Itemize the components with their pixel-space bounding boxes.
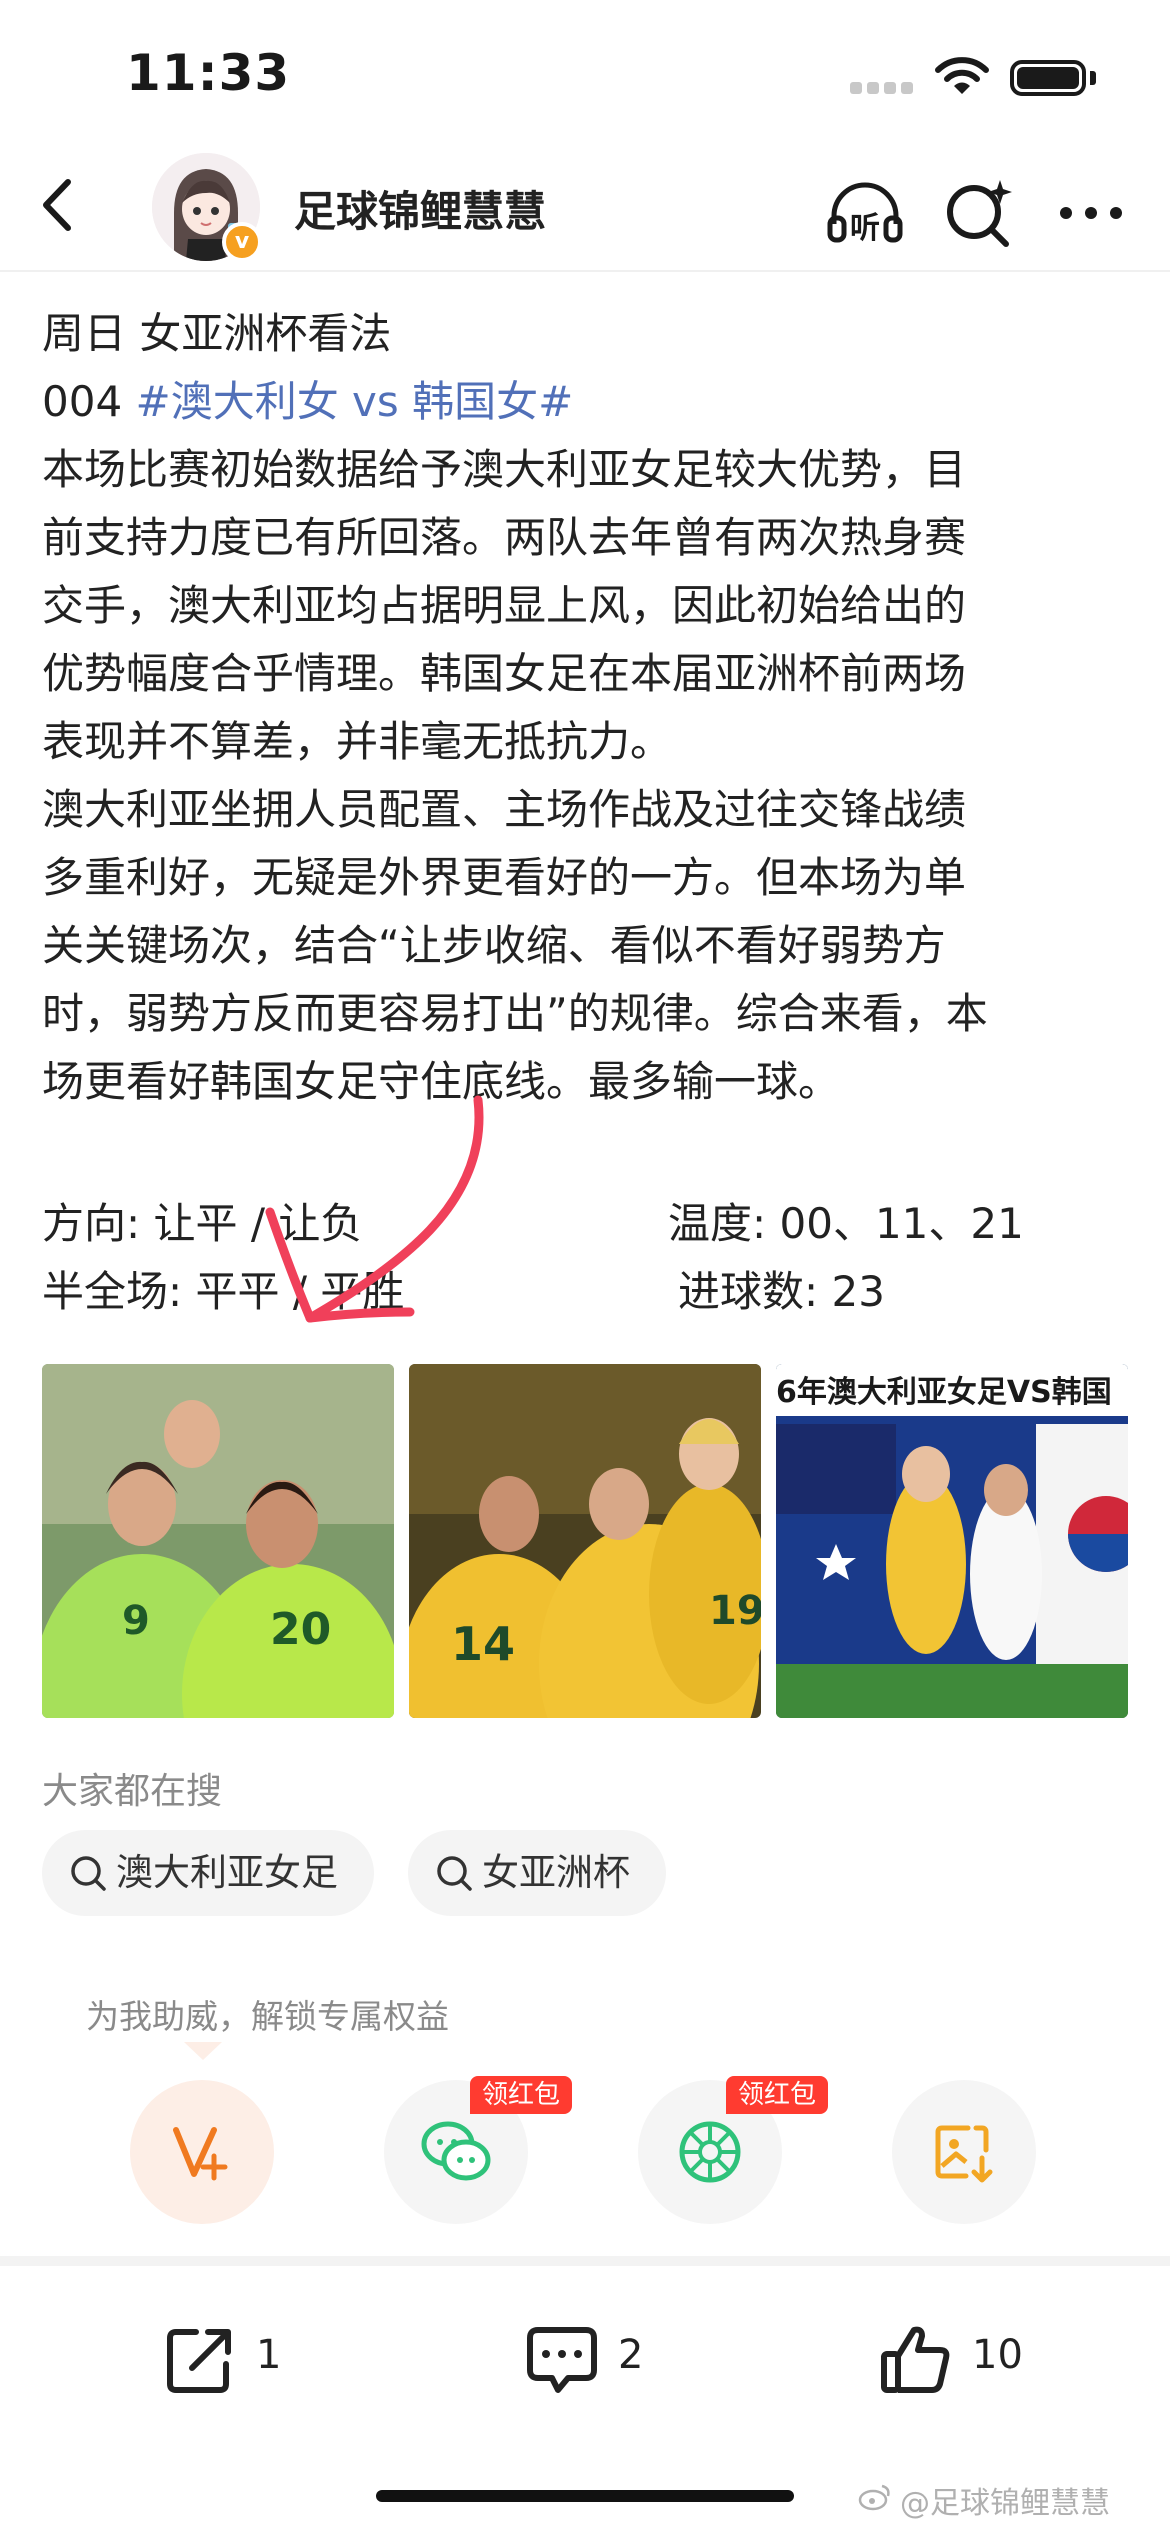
photo-1[interactable]: 9 20: [42, 1364, 394, 1718]
photo-3[interactable]: 6年澳大利亚女足VS韩国: [776, 1364, 1128, 1718]
section-divider: [0, 2256, 1170, 2266]
status-time: 11:33: [126, 44, 291, 102]
support-tip: 为我助威，解锁专属权益: [86, 1997, 449, 2036]
search-chip-label: 女亚洲杯: [482, 1851, 630, 1894]
search-chip-label: 澳大利亚女足: [116, 1851, 338, 1894]
listen-label: 听: [850, 211, 880, 246]
svg-text:9: 9: [122, 1598, 150, 1644]
search-chip[interactable]: 澳大利亚女足: [42, 1830, 374, 1916]
photo-3-caption: 6年澳大利亚女足VS韩国: [776, 1375, 1112, 1410]
svg-text:19: 19: [709, 1588, 761, 1634]
body-line: 本场比赛初始数据给予澳大利亚女足较大优势，目: [42, 445, 967, 494]
red-packet-badge: 领红包: [470, 2076, 573, 2114]
body-line: 澳大利亚坐拥人员配置、主场作战及过往交锋战绩: [42, 785, 967, 834]
wechat-icon: [421, 2121, 491, 2181]
prediction-stats: 方向: 让平 / 让负 温度: 00、11、21 半全场: 平平 / 平胜 进球…: [42, 1190, 1132, 1326]
goals-stat: 进球数: 23: [678, 1267, 885, 1316]
status-bar: 11:33: [0, 0, 1170, 150]
svg-text:14: 14: [451, 1617, 515, 1671]
post-subtitle: 004 #澳大利女 vs 韩国女#: [42, 368, 1132, 436]
save-image-button[interactable]: [892, 2080, 1036, 2224]
listen-icon[interactable]: 听: [824, 172, 906, 254]
cellular-signal-icon: [850, 82, 914, 96]
body-line: 交手，澳大利亚均占据明显上风，因此初始给出的: [42, 581, 967, 630]
watermark: @足球锦鲤慧慧: [900, 2486, 1110, 2521]
search-icon: [437, 1856, 472, 1891]
search-sparkle-icon[interactable]: [938, 172, 1020, 254]
share-icon: [167, 2329, 231, 2393]
post-header: v 足球锦鲤慧慧 听: [0, 150, 1170, 272]
body-line: 多重利好，无疑是外界更看好的一方。但本场为单: [42, 853, 967, 902]
wifi-icon: [935, 57, 989, 94]
vip-plus-button[interactable]: [130, 2080, 274, 2224]
body-line: 关关键场次，结合“让步收缩、看似不看好弱势方: [42, 921, 946, 970]
home-indicator[interactable]: [376, 2490, 794, 2502]
body-line: 优势幅度合乎情理。韩国女足在本届亚洲杯前两场: [42, 649, 967, 698]
back-icon[interactable]: [24, 170, 94, 240]
verified-badge: v: [222, 222, 262, 262]
body-line: 场更看好韩国女足守住底线。最多输一球。: [42, 1057, 841, 1106]
body-line: 表现并不算差，并非毫无抵抗力。: [42, 717, 673, 766]
battery-icon: [1010, 60, 1086, 96]
red-packet-badge: 领红包: [726, 2076, 829, 2114]
comment-count: 2: [618, 2332, 644, 2378]
body-line: 时，弱势方反而更容易打出”的规律。综合来看，本: [42, 989, 988, 1038]
share-count: 1: [256, 2332, 282, 2378]
bottom-action-bar: 1 2 10: [0, 2266, 1170, 2466]
post-content: 周日 女亚洲杯看法 004 #澳大利女 vs 韩国女# 本场比赛初始数据给予澳大…: [42, 300, 1132, 1116]
search-chip[interactable]: 女亚洲杯: [408, 1830, 666, 1916]
author-name[interactable]: 足球锦鲤慧慧: [294, 178, 546, 239]
body-line: 前支持力度已有所回落。两队去年曾有两次热身赛: [42, 513, 967, 562]
post-number: 004: [42, 377, 136, 426]
tip-caret: [184, 2042, 222, 2060]
direction-stat: 方向: 让平 / 让负: [42, 1199, 363, 1248]
photo-2[interactable]: 14 19: [409, 1364, 761, 1718]
like-count: 10: [972, 2332, 1023, 2378]
search-icon: [71, 1856, 106, 1891]
thumbs-up-icon: [881, 2326, 950, 2393]
half-full-stat: 半全场: 平平 / 平胜: [42, 1267, 405, 1316]
svg-text:20: 20: [270, 1604, 331, 1655]
topic-link[interactable]: #澳大利女 vs 韩国女#: [136, 377, 574, 426]
post-title: 周日 女亚洲杯看法: [42, 309, 392, 358]
vip-plus-icon: [173, 2127, 228, 2181]
battery-tip: [1090, 71, 1096, 85]
trending-search-title: 大家都在搜: [42, 1771, 223, 1812]
more-icon[interactable]: [1050, 172, 1132, 254]
save-image-icon: [935, 2125, 993, 2183]
moments-icon: [679, 2121, 741, 2183]
weibo-logo-icon: [858, 2484, 890, 2511]
temperature-stat: 温度: 00、11、21: [668, 1199, 1024, 1248]
comment-icon: [527, 2327, 597, 2393]
photo-grid: 9 20 14 19 6年澳大利亚女足VS韩国: [42, 1364, 1128, 1718]
